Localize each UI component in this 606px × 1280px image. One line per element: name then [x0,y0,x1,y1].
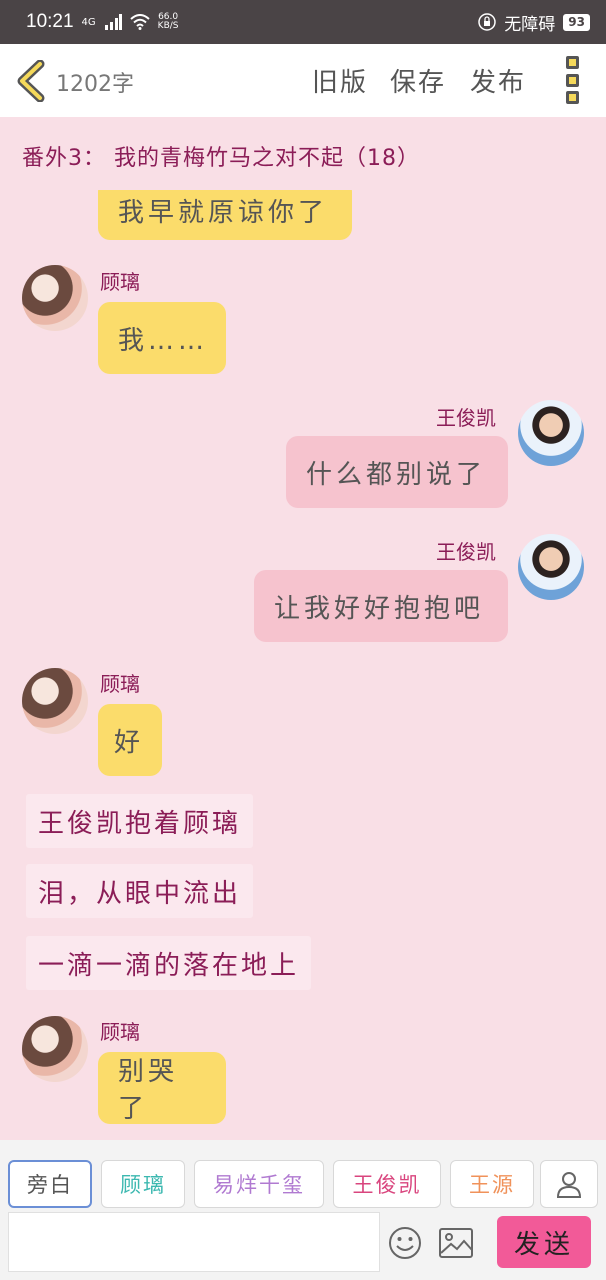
chat-area[interactable]: 我早就原谅你了 顾璃 我…… 王俊凯 什么都别说了 王俊凯 让我好好抱抱吧 顾璃… [0,190,606,1140]
image-icon[interactable] [438,1226,474,1260]
message-bubble[interactable]: 我…… [98,302,226,374]
speaker-name: 王俊凯 [436,540,496,564]
speaker-name: 顾璃 [100,672,140,696]
avatar[interactable] [22,668,88,734]
role-bar: 旁白 顾璃 易烊千玺 王俊凯 王源 发送 [0,1140,606,1280]
signal-icon [104,14,122,30]
back-chevron-icon[interactable] [14,60,48,102]
message-input[interactable] [8,1212,380,1272]
avatar[interactable] [518,534,584,600]
battery-indicator: 93 [563,13,590,31]
person-icon [556,1172,582,1198]
word-count: 1202字 [56,72,134,97]
wifi-icon [130,14,150,30]
narration-block[interactable]: 一滴一滴的落在地上 [26,936,312,990]
accessibility-label: 无障碍 [504,14,556,35]
avatar[interactable] [518,400,584,466]
message-bubble[interactable]: 别哭了 [98,1052,226,1124]
chapter-title: 番外3： 我的青梅竹马之对不起（18） [22,146,420,171]
status-bar: 10:21 4G 66.0 KB/S 无障碍 93 [0,0,606,44]
clock: 10:21 [26,11,74,32]
role-tab-wangyuan[interactable]: 王源 [450,1160,534,1208]
send-button[interactable]: 发送 [497,1216,591,1268]
avatar[interactable] [22,265,88,331]
narration-block[interactable]: 泪，从眼中流出 [26,864,254,918]
top-nav: 1202字 旧版 保存 发布 [0,44,606,117]
role-tab-narrator[interactable]: 旁白 [8,1160,92,1208]
network-speed: 66.0 KB/S [157,12,179,31]
add-role-button[interactable] [540,1160,598,1208]
role-tab-yiyangqianxi[interactable]: 易烊千玺 [194,1160,324,1208]
speaker-name: 顾璃 [100,1020,140,1044]
network-indicator: 4G [81,16,96,28]
role-tab-guli[interactable]: 顾璃 [101,1160,185,1208]
accessibility-lock-icon [478,13,497,31]
message-bubble[interactable]: 让我好好抱抱吧 [254,570,508,642]
save-button[interactable]: 保存 [390,62,446,99]
emoji-icon[interactable] [388,1226,422,1260]
message-bubble[interactable]: 我早就原谅你了 [98,190,352,240]
speaker-name: 王俊凯 [436,406,496,430]
message-bubble[interactable]: 什么都别说了 [286,436,508,508]
role-tab-wangjunkai[interactable]: 王俊凯 [333,1160,441,1208]
avatar[interactable] [22,1016,88,1082]
publish-button[interactable]: 发布 [470,62,526,99]
speaker-name: 顾璃 [100,270,140,294]
narration-block[interactable]: 王俊凯抱着顾璃 [26,794,254,848]
old-version-button[interactable]: 旧版 [312,62,368,99]
message-bubble[interactable]: 好 [98,704,162,776]
menu-icon[interactable] [562,56,582,104]
